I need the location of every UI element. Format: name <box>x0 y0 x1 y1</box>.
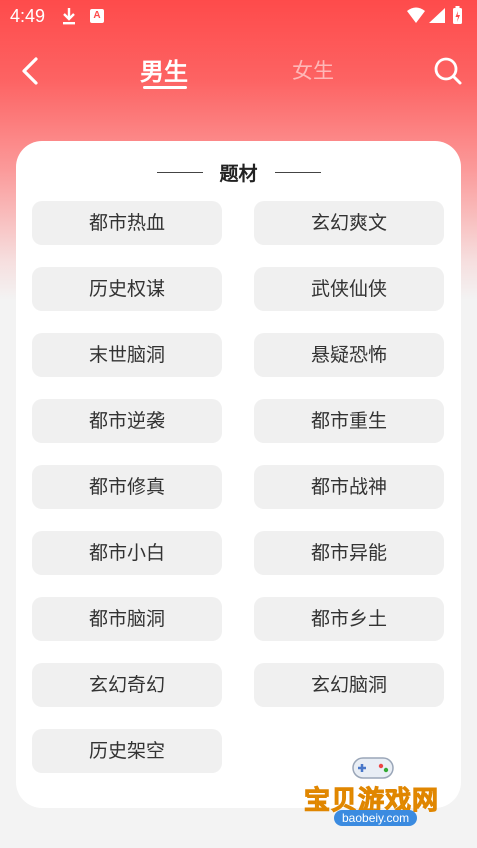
genre-tag[interactable]: 末世脑洞 <box>32 333 222 377</box>
back-button[interactable] <box>18 54 48 88</box>
active-tab-indicator <box>143 86 187 89</box>
search-button[interactable] <box>432 54 464 88</box>
card-title: 题材 <box>219 163 258 185</box>
genre-tag[interactable]: 玄幻脑洞 <box>254 663 444 707</box>
watermark-logo: 宝贝游戏网 baobeiy.com <box>298 752 448 842</box>
wifi-icon <box>407 7 425 23</box>
top-nav: 男生 女生 <box>0 44 477 100</box>
genre-card: 题材 都市热血 玄幻爽文 历史权谋 武侠仙侠 末世脑洞 悬疑恐怖 都市逆袭 都市… <box>16 141 461 808</box>
status-time: 4:49 <box>10 6 46 26</box>
genre-tag[interactable]: 都市重生 <box>254 399 444 443</box>
download-icon <box>61 6 77 31</box>
watermark-url: baobeiy.com <box>334 810 418 826</box>
genre-tag[interactable]: 历史架空 <box>32 729 222 773</box>
genre-tag[interactable]: 都市小白 <box>32 531 222 575</box>
card-header: 题材 <box>16 159 461 185</box>
battery-icon <box>453 6 462 24</box>
genre-tag[interactable]: 玄幻奇幻 <box>32 663 222 707</box>
tab-male[interactable]: 男生 <box>140 52 188 87</box>
genre-tag[interactable]: 历史权谋 <box>32 267 222 311</box>
status-icons <box>405 5 467 32</box>
genre-tag[interactable]: 都市战神 <box>254 465 444 509</box>
genre-tag[interactable]: 悬疑恐怖 <box>254 333 444 377</box>
genre-tag[interactable]: 都市热血 <box>32 201 222 245</box>
app-notification-icon: A <box>90 9 104 23</box>
status-bar: 4:49 A <box>0 0 477 34</box>
search-icon <box>434 57 462 85</box>
signal-icon <box>429 8 445 23</box>
gamepad-icon <box>352 757 394 779</box>
genre-tag[interactable]: 都市乡土 <box>254 597 444 641</box>
genre-tag[interactable]: 都市修真 <box>32 465 222 509</box>
genre-tag[interactable]: 都市逆袭 <box>32 399 222 443</box>
title-divider-right <box>275 172 321 173</box>
tab-female[interactable]: 女生 <box>292 55 334 85</box>
genre-tag[interactable]: 武侠仙侠 <box>254 267 444 311</box>
genre-tag[interactable]: 玄幻爽文 <box>254 201 444 245</box>
genre-tag[interactable]: 都市脑洞 <box>32 597 222 641</box>
genre-tag[interactable]: 都市异能 <box>254 531 444 575</box>
back-arrow-icon <box>22 57 38 85</box>
